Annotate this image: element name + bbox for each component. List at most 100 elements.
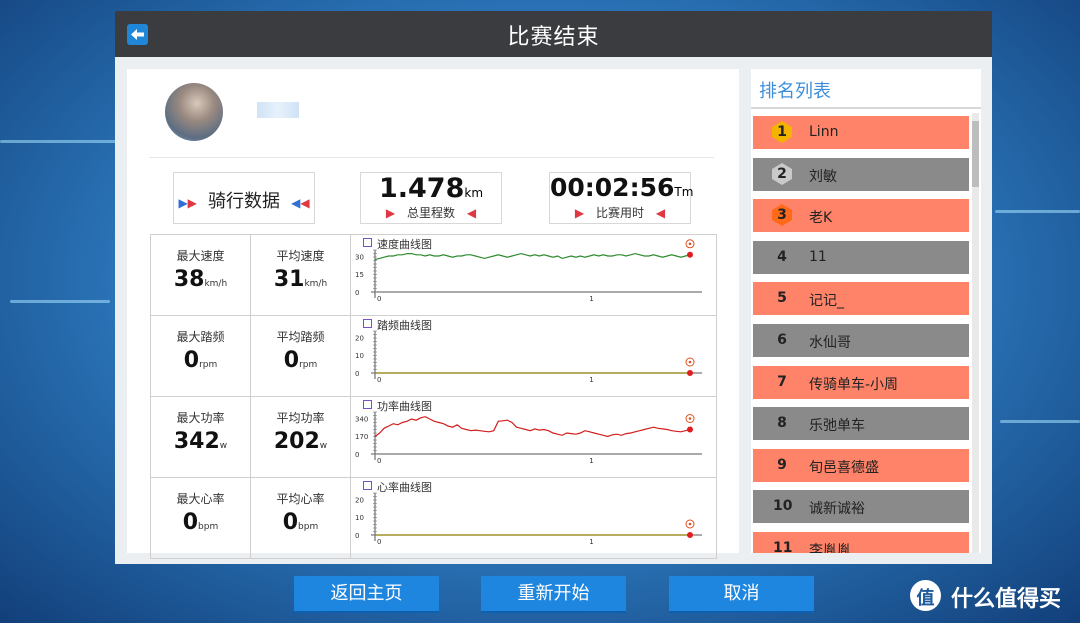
ranking-item[interactable]: 5 记记_ bbox=[753, 282, 969, 316]
end-point-marker bbox=[687, 251, 693, 258]
max-cadence-cell: 最大踏频 0rpm bbox=[151, 316, 251, 396]
power-chart-plot: 340 170 0 0 1 bbox=[355, 411, 702, 465]
x-tick-label: 0 bbox=[377, 457, 381, 465]
ride-data-box: ▶▶ 骑行数据 ◀◀ bbox=[173, 172, 315, 224]
divider bbox=[149, 157, 714, 158]
triangle-right-icon: ▶ bbox=[574, 206, 585, 220]
x-tick-label: 0 bbox=[377, 538, 381, 546]
y-tick-label: 10 bbox=[355, 352, 364, 360]
cancel-button[interactable]: 取消 bbox=[669, 576, 814, 613]
x-tick-label: 1 bbox=[589, 457, 593, 465]
stat-label: 平均踏频 bbox=[276, 330, 325, 344]
title-bar: 比赛结束 bbox=[115, 11, 992, 57]
max-speed-cell: 最大速度 38km/h bbox=[151, 235, 251, 315]
watermark-circle-icon: 值 bbox=[910, 580, 941, 611]
rank-number: 7 bbox=[777, 373, 787, 390]
x-tick-label: 1 bbox=[589, 376, 593, 384]
stat-value: 0 bbox=[182, 510, 199, 535]
end-target-dot bbox=[688, 522, 692, 526]
ranking-item[interactable]: 4 11 bbox=[753, 240, 969, 274]
stat-value: 342 bbox=[173, 429, 220, 454]
speed-chart-plot: 30 15 0 0 1 bbox=[355, 239, 702, 303]
rank-number: 3 bbox=[777, 207, 787, 224]
rank-number: 6 bbox=[777, 332, 787, 348]
stat-label: 最大踏频 bbox=[176, 330, 225, 344]
restart-button[interactable]: 重新开始 bbox=[481, 576, 626, 613]
result-window: 比赛结束 ▶▶ 骑行数据 ◀◀ 1.478km ▶ 总里程数 ◀ 00:02:5… bbox=[115, 11, 992, 564]
avg-cadence-cell: 平均踏频 0rpm bbox=[251, 316, 351, 396]
stat-label: 平均心率 bbox=[276, 492, 325, 506]
time-box: 00:02:56Tm ▶ 比赛用时 ◀ bbox=[549, 172, 694, 224]
avg-speed-cell: 平均速度 31km/h bbox=[251, 235, 351, 315]
ranking-item[interactable]: 7 传骑单车-小周 bbox=[753, 365, 969, 399]
x-tick-label: 0 bbox=[377, 376, 381, 384]
cadence-chart: 踏频曲线图 20 10 0 0 1 bbox=[351, 316, 716, 396]
cadence-chart-plot: 20 10 0 0 1 bbox=[355, 330, 702, 384]
stat-row-heartrate: 最大心率 0bpm 平均心率 0bpm 心率曲线图 20 10 0 0 1 bbox=[151, 478, 716, 558]
avg-power-cell: 平均功率 202w bbox=[251, 397, 351, 477]
stat-unit: bpm bbox=[298, 522, 319, 532]
time-value: 00:02:56 bbox=[550, 173, 675, 202]
ranking-item[interactable]: 2 刘敏 bbox=[753, 157, 969, 191]
bg-streak bbox=[0, 140, 120, 143]
power-chart: 功率曲线图 340 170 0 0 1 bbox=[351, 397, 716, 477]
stat-row-speed: 最大速度 38km/h 平均速度 31km/h 速度曲线图 30 15 0 0 1 bbox=[151, 235, 716, 316]
rank-number: 5 bbox=[777, 290, 787, 307]
stat-label: 最大功率 bbox=[176, 411, 225, 425]
end-point-marker bbox=[687, 426, 693, 433]
stat-unit: bpm bbox=[198, 522, 219, 532]
watermark-glyph: 值 bbox=[916, 588, 935, 609]
series-line bbox=[374, 252, 691, 261]
rank-number: 11 bbox=[773, 540, 793, 553]
rank-number: 4 bbox=[777, 248, 787, 265]
y-tick-label: 15 bbox=[355, 271, 364, 279]
stat-value: 0 bbox=[283, 348, 300, 373]
double-arrow-left-icon: ◀◀ bbox=[291, 196, 310, 210]
ranking-item[interactable]: 6 水仙哥 bbox=[753, 324, 969, 357]
stat-label: 最大速度 bbox=[176, 249, 225, 263]
distance-unit: km bbox=[464, 186, 484, 200]
rank-number: 1 bbox=[777, 124, 787, 140]
stat-label: 平均功率 bbox=[276, 411, 325, 425]
stat-label: 最大心率 bbox=[176, 492, 225, 506]
ranking-panel: 排名列表 1 Linn 2 刘敏 3 老K 4 11 5 记记_ 6 水仙哥 7 传骑单车-小周 8 乐弛单车… bbox=[751, 69, 981, 553]
rank-name: 记记_ bbox=[809, 293, 844, 310]
y-tick-label: 20 bbox=[355, 496, 364, 504]
time-unit: Tm bbox=[674, 185, 694, 199]
scrollbar[interactable] bbox=[972, 113, 979, 553]
avg-heartrate-cell: 平均心率 0bpm bbox=[251, 478, 351, 558]
ranking-item[interactable]: 10 诚新诚裕 bbox=[753, 490, 969, 524]
distance-label: 总里程数 bbox=[406, 206, 455, 220]
y-tick-label: 170 bbox=[355, 433, 368, 441]
y-tick-label: 30 bbox=[355, 253, 364, 261]
y-tick-label: 10 bbox=[355, 514, 364, 522]
stat-unit: rpm bbox=[199, 360, 218, 370]
y-tick-label: 0 bbox=[355, 289, 359, 297]
rank-name: 旬邑喜德盛 bbox=[809, 459, 879, 476]
ranking-item[interactable]: 9 旬邑喜德盛 bbox=[753, 448, 969, 482]
bg-streak bbox=[995, 210, 1080, 213]
page-title: 比赛结束 bbox=[507, 25, 600, 50]
stat-row-cadence: 最大踏频 0rpm 平均踏频 0rpm 踏频曲线图 20 10 0 0 1 bbox=[151, 316, 716, 397]
distance-value: 1.478 bbox=[378, 173, 465, 204]
ride-data-label: 骑行数据 bbox=[208, 191, 280, 212]
distance-box: 1.478km ▶ 总里程数 ◀ bbox=[360, 172, 502, 224]
ranking-title: 排名列表 bbox=[759, 81, 831, 102]
stat-value: 202 bbox=[273, 429, 320, 454]
ranking-item[interactable]: 1 Linn bbox=[753, 116, 969, 149]
ranking-item[interactable]: 11 李胤胤 bbox=[753, 532, 969, 553]
rank-name: 诚新诚裕 bbox=[809, 501, 865, 518]
rank-name: 水仙哥 bbox=[809, 335, 851, 351]
end-target-dot bbox=[688, 417, 692, 420]
ranking-item[interactable]: 8 乐弛单车 bbox=[753, 407, 969, 441]
stat-value: 0 bbox=[282, 510, 299, 535]
y-tick-label: 0 bbox=[355, 370, 359, 378]
home-button[interactable]: 返回主页 bbox=[294, 576, 439, 613]
rank-name: 乐弛单车 bbox=[809, 418, 865, 435]
rank-number: 8 bbox=[777, 415, 787, 432]
stat-value: 31 bbox=[273, 267, 305, 292]
triangle-left-icon: ◀ bbox=[466, 206, 477, 220]
ranking-item[interactable]: 3 老K bbox=[753, 199, 969, 233]
scrollbar-thumb[interactable] bbox=[972, 121, 979, 187]
stat-value: 38 bbox=[173, 267, 205, 292]
